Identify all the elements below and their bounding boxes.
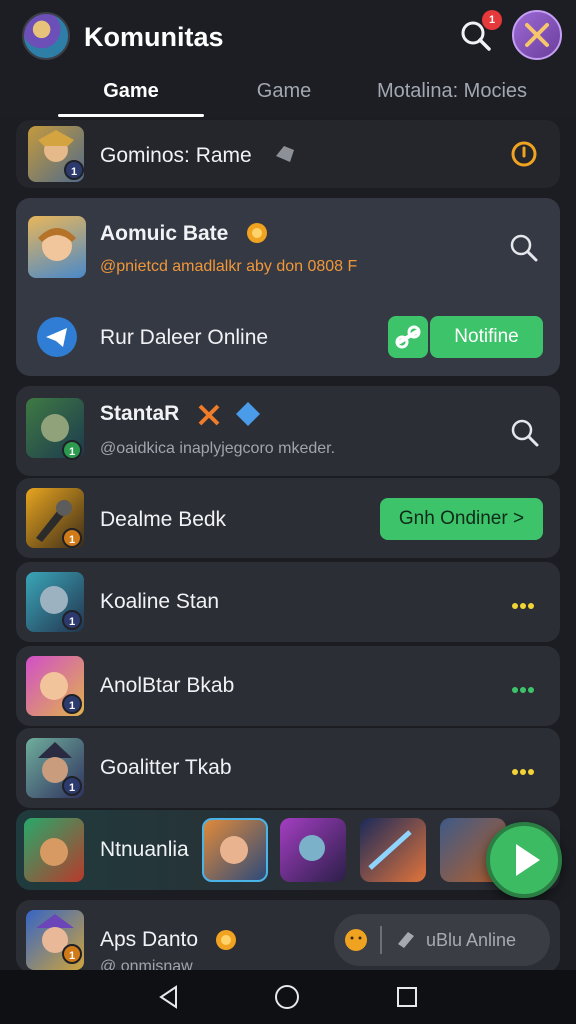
pill-label: uBlu Anline: [426, 930, 517, 950]
row-title: Ntnuanlia: [100, 838, 189, 861]
row-title: Rur Daleer Online: [100, 326, 269, 349]
diamond-icon: [236, 402, 260, 426]
row-title: StantaR: [100, 402, 180, 425]
game-icon: [24, 818, 84, 882]
tab-game-2[interactable]: Game: [224, 80, 344, 103]
game-thumbnail[interactable]: [280, 818, 346, 882]
divider: [380, 926, 382, 954]
row-subtitle: @pnietcd amadlalkr aby don 0808 F: [100, 258, 358, 275]
page-title: Komunitas: [84, 22, 224, 52]
more-options-icon[interactable]: [512, 680, 542, 693]
tab-bar: Game Game Motalina: Mocies: [0, 72, 576, 118]
gold-badge-icon: [247, 223, 267, 243]
telegram-icon: [37, 317, 77, 357]
system-nav-bar: [0, 970, 576, 1024]
level-badge: 1: [62, 944, 82, 964]
level-badge: 1: [62, 776, 82, 796]
level-badge: 1: [62, 694, 82, 714]
app-header: Komunitas 1 Game Game Motalina: Mocies: [0, 0, 576, 118]
tab-game[interactable]: Game: [58, 80, 204, 103]
tab-underline: [58, 114, 204, 117]
notification-badge: 1: [482, 10, 502, 30]
join-online-button[interactable]: Gnh Ondiner >: [380, 498, 543, 540]
crossed-swords-icon: [525, 23, 549, 47]
user-avatar[interactable]: [512, 10, 562, 60]
row-title: AnolBtar Bkab: [100, 674, 235, 697]
search-icon[interactable]: [510, 418, 540, 448]
row-title: Dealme Bedk: [100, 508, 227, 531]
crossed-swords-icon: [198, 404, 220, 426]
more-options-icon[interactable]: [512, 762, 542, 775]
back-icon[interactable]: [156, 984, 182, 1010]
game-thumbnail[interactable]: [360, 818, 426, 882]
list-item[interactable]: 1 Dealme Bedk Gnh Ondiner >: [16, 478, 560, 558]
list-item[interactable]: 1 AnolBtar Bkab: [16, 646, 560, 726]
row-subtitle: @oaidkica inaplyjegcoro mkeder.: [100, 440, 336, 457]
recents-icon[interactable]: [394, 984, 420, 1010]
game-icon: [28, 216, 86, 278]
featured-card[interactable]: Aomuic Bate @pnietcd amadlalkr aby don 0…: [16, 198, 560, 376]
list-item[interactable]: 1 Koaline Stan: [16, 562, 560, 642]
community-avatar[interactable]: [22, 12, 70, 60]
list-item[interactable]: 1 Goalitter Tkab: [16, 728, 560, 808]
level-badge: 1: [62, 528, 82, 548]
level-badge: 1: [62, 610, 82, 630]
alert-icon[interactable]: [510, 140, 538, 168]
link-button[interactable]: [388, 316, 428, 358]
game-thumbnail[interactable]: [202, 818, 268, 882]
more-options-icon[interactable]: [512, 596, 542, 609]
tag-icon: [398, 932, 414, 948]
level-badge: 1: [64, 160, 84, 180]
status-pill[interactable]: uBlu Anline: [334, 914, 550, 966]
row-title: Koaline Stan: [100, 590, 220, 613]
row-title: Gominos: Rame: [100, 144, 252, 167]
emoji-icon: [345, 929, 367, 951]
featured-strip[interactable]: Ntnuanlia: [16, 810, 560, 890]
row-title: Goalitter Tkab: [100, 756, 232, 779]
level-badge: 1: [62, 440, 82, 460]
gem-icon: [276, 146, 294, 162]
gold-badge-icon: [216, 930, 236, 950]
home-icon[interactable]: [274, 984, 300, 1010]
play-icon: [516, 844, 540, 876]
row-title: Aps Danto: [100, 928, 199, 951]
link-icon: [395, 325, 421, 349]
tab-motalina[interactable]: Motalina: Mocies: [362, 80, 542, 103]
play-button[interactable]: [486, 822, 562, 898]
notify-button[interactable]: Notifine: [430, 316, 543, 358]
list-item[interactable]: 1 StantaR @oaidkica inaplyjegcoro mkeder…: [16, 386, 560, 476]
search-icon[interactable]: [508, 232, 540, 264]
row-title: Aomuic Bate: [100, 222, 229, 245]
list-item[interactable]: 1 Gominos: Rame: [16, 120, 560, 188]
